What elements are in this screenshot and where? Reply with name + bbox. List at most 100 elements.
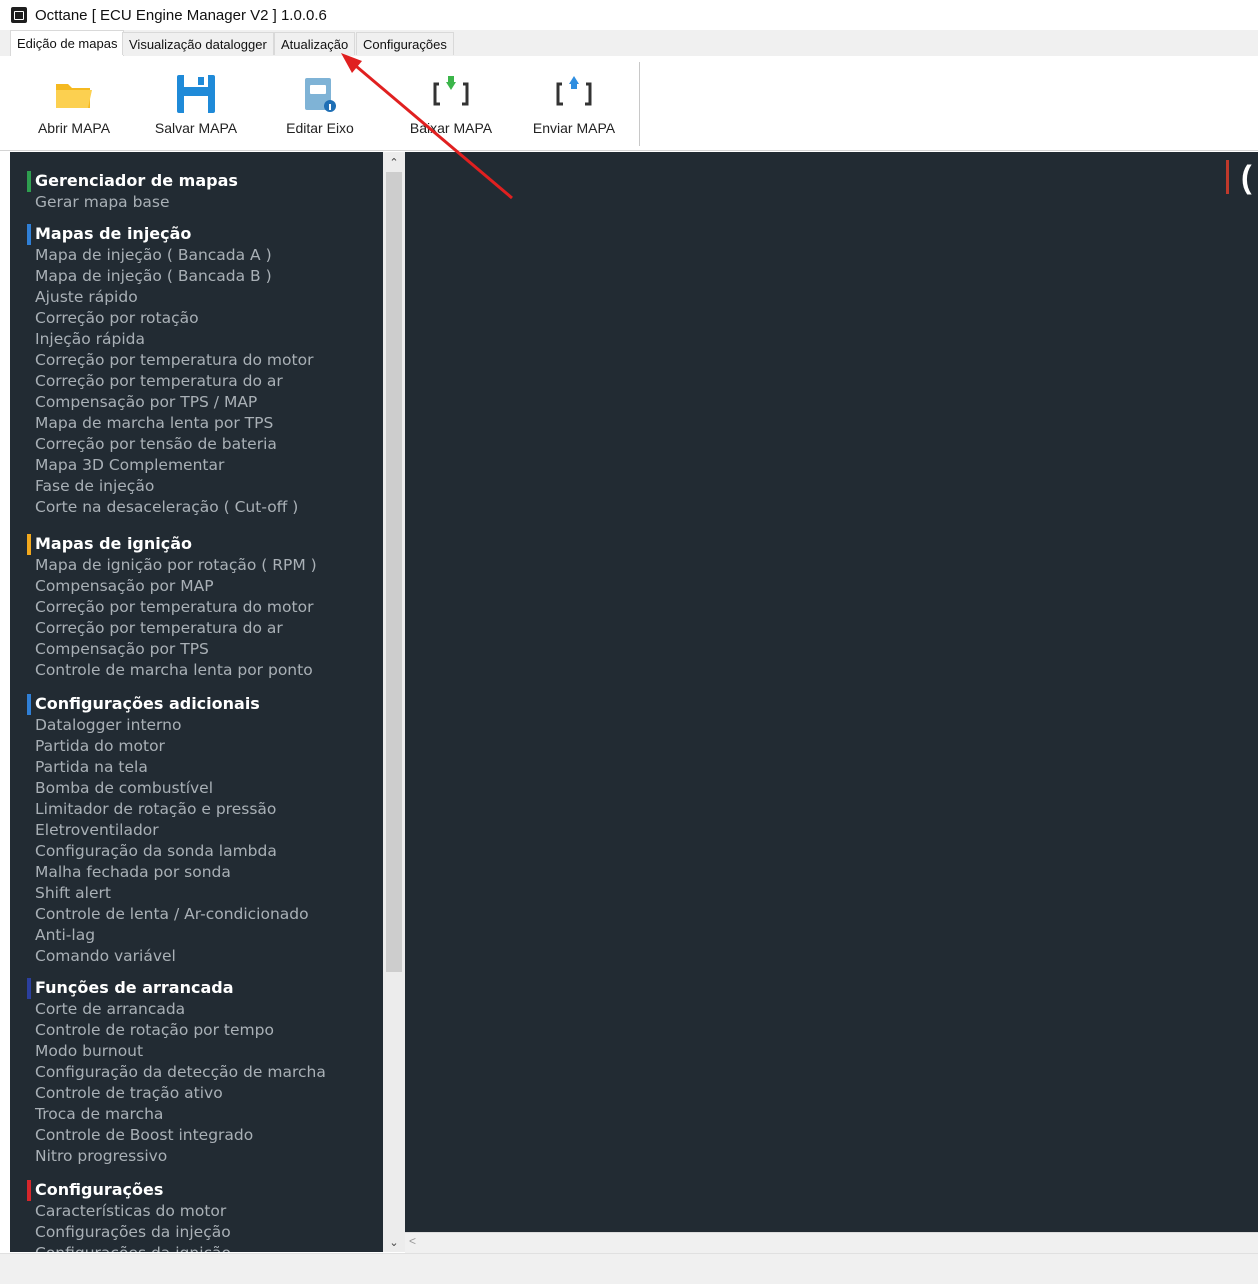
sidebar-item[interactable]: Configuração da sonda lambda [10,841,383,862]
sidebar-item[interactable]: Mapa de ignição por rotação ( RPM ) [10,555,383,576]
sidebar-item[interactable]: Mapa de injeção ( Bancada B ) [10,266,383,287]
red-accent-mark [1226,160,1229,194]
sidebar-item[interactable]: Mapa 3D Complementar [10,455,383,476]
sidebar-item[interactable]: Controle de Boost integrado [10,1125,383,1146]
section-funcoes-de-arrancada: Funções de arrancada Corte de arrancada … [10,977,383,1167]
section-header[interactable]: Mapas de ignição [10,533,383,555]
status-bar [0,1253,1258,1284]
sidebar-item[interactable]: Controle de marcha lenta por ponto [10,660,383,681]
sidebar-item[interactable]: Configuração da detecção de marcha [10,1062,383,1083]
upload-icon [556,76,592,106]
section-title: Mapas de ignição [35,534,193,553]
app-icon [11,7,27,23]
section-configuracoes-adicionais: Configurações adicionais Datalogger inte… [10,693,383,967]
section-header[interactable]: Configurações adicionais [10,693,383,715]
tab-atualizacao[interactable]: Atualização [274,32,356,55]
sidebar-item[interactable]: Compensação por TPS [10,639,383,660]
sidebar-vertical-scrollbar[interactable]: ⌃ ⌄ [383,152,405,1252]
section-color-bar [27,694,31,715]
enviar-mapa-button[interactable]: Enviar MAPA [514,56,634,150]
download-icon [433,76,469,106]
section-header[interactable]: Funções de arrancada [10,977,383,999]
sidebar-item[interactable]: Partida na tela [10,757,383,778]
salvar-mapa-button[interactable]: Salvar MAPA [136,56,256,150]
sidebar-item[interactable]: Ajuste rápido [10,287,383,308]
sidebar-item[interactable]: Mapa de injeção ( Bancada A ) [10,245,383,266]
sidebar-item[interactable]: Correção por temperatura do motor [10,350,383,371]
scroll-up-arrow-icon[interactable]: ⌃ [383,154,405,172]
sidebar-item[interactable]: Nitro progressivo [10,1146,383,1167]
section-color-bar [27,171,31,192]
sidebar-item-gerar-mapa-base[interactable]: Gerar mapa base [10,192,383,213]
sidebar: Gerenciador de mapas Gerar mapa base Map… [10,152,383,1252]
sidebar-item[interactable]: Configurações da ignição [10,1243,383,1252]
section-title: Mapas de injeção [35,224,192,243]
window-title: Octtane [ ECU Engine Manager V2 ] 1.0.0.… [35,6,327,24]
scroll-thumb[interactable] [386,172,402,972]
sidebar-item[interactable]: Shift alert [10,883,383,904]
sidebar-item[interactable]: Mapa de marcha lenta por TPS [10,413,383,434]
section-title: Configurações [35,1180,164,1199]
section-mapas-de-injecao: Mapas de injeção Mapa de injeção ( Banca… [10,223,383,518]
title-bar: Octtane [ ECU Engine Manager V2 ] 1.0.0.… [0,0,1258,30]
section-color-bar [27,224,31,245]
sidebar-item[interactable]: Datalogger interno [10,715,383,736]
sidebar-item[interactable]: Controle de rotação por tempo [10,1020,383,1041]
sidebar-item[interactable]: Corte na desaceleração ( Cut-off ) [10,497,383,518]
tab-configuracoes[interactable]: Configurações [356,32,454,55]
toolbar-separator [639,62,640,146]
sidebar-item[interactable]: Comando variável [10,946,383,967]
sidebar-item[interactable]: Bomba de combustível [10,778,383,799]
sidebar-item[interactable]: Controle de lenta / Ar-condicionado [10,904,383,925]
section-header[interactable]: Configurações [10,1179,383,1201]
scroll-left-arrow-icon[interactable]: < [409,1234,416,1248]
edit-axis-icon [305,78,336,112]
baixar-mapa-label: Baixar MAPA [409,120,493,136]
sidebar-item[interactable]: Eletroventilador [10,820,383,841]
sidebar-item[interactable]: Partida do motor [10,736,383,757]
section-header[interactable]: Gerenciador de mapas [10,170,383,192]
folder-icon [56,84,92,108]
tab-visualizacao-datalogger[interactable]: Visualização datalogger [122,32,274,55]
sidebar-item[interactable]: Configurações da injeção [10,1222,383,1243]
sidebar-item[interactable]: Características do motor [10,1201,383,1222]
section-title: Gerenciador de mapas [35,171,238,190]
sidebar-item[interactable]: Modo burnout [10,1041,383,1062]
section-color-bar [27,978,31,999]
sidebar-item[interactable]: Correção por temperatura do ar [10,371,383,392]
save-icon [177,75,215,113]
abrir-mapa-button[interactable]: Abrir MAPA [14,56,134,150]
sidebar-item[interactable]: Correção por temperatura do ar [10,618,383,639]
baixar-mapa-button[interactable]: Baixar MAPA [391,56,511,150]
sidebar-item[interactable]: Correção por rotação [10,308,383,329]
scroll-down-arrow-icon[interactable]: ⌄ [383,1234,405,1252]
sidebar-item[interactable]: Compensação por MAP [10,576,383,597]
section-header[interactable]: Mapas de injeção [10,223,383,245]
main-content-panel: ( [405,152,1258,1232]
sidebar-item[interactable]: Correção por temperatura do motor [10,597,383,618]
sidebar-item[interactable]: Controle de tração ativo [10,1083,383,1104]
sidebar-item[interactable]: Correção por tensão de bateria [10,434,383,455]
sidebar-item[interactable]: Malha fechada por sonda [10,862,383,883]
sidebar-item[interactable]: Injeção rápida [10,329,383,350]
abrir-mapa-label: Abrir MAPA [37,120,111,136]
section-color-bar [27,1180,31,1201]
toolbar: Abrir MAPA Salvar MAPA Editar Eixo Baixa… [0,56,1258,151]
tab-bar: Edição de mapas Visualização datalogger … [0,30,1258,57]
sidebar-item[interactable]: Fase de injeção [10,476,383,497]
sidebar-item[interactable]: Limitador de rotação e pressão [10,799,383,820]
salvar-mapa-label: Salvar MAPA [154,120,238,136]
tab-edicao-de-mapas[interactable]: Edição de mapas [10,30,125,57]
editar-eixo-button[interactable]: Editar Eixo [260,56,380,150]
clipped-header-glyph: ( [1241,159,1252,195]
section-mapas-de-ignicao: Mapas de ignição Mapa de ignição por rot… [10,533,383,681]
sidebar-item[interactable]: Troca de marcha [10,1104,383,1125]
enviar-mapa-label: Enviar MAPA [532,120,616,136]
sidebar-item[interactable]: Compensação por TPS / MAP [10,392,383,413]
sidebar-item[interactable]: Anti-lag [10,925,383,946]
section-gerenciador-de-mapas: Gerenciador de mapas Gerar mapa base [10,170,383,213]
main-horizontal-scrollbar[interactable]: < [405,1232,1258,1253]
section-configuracoes: Configurações Características do motor C… [10,1179,383,1252]
section-title: Funções de arrancada [35,978,234,997]
sidebar-item[interactable]: Corte de arrancada [10,999,383,1020]
